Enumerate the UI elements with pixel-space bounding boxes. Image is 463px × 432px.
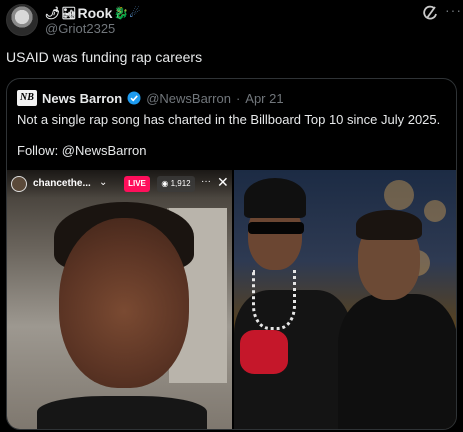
shirt-shape [37,396,207,429]
quote-author-handle[interactable]: @NewsBarron [146,91,231,106]
pepper-emoji: 🌶 [45,6,61,20]
livestream-screenshot-image[interactable]: chancethe... ⌄ LIVE ◉ 1,912 ··· ✕ [7,170,232,429]
tweet-text: USAID was funding rap careers [6,49,203,65]
author-name-row[interactable]: 🌶 🏜 Rook 🐉 ☄ [45,4,140,22]
jacket-logo [240,330,288,374]
quote-media[interactable]: chancethe... ⌄ LIVE ◉ 1,912 ··· ✕ [7,170,456,429]
desert-emoji: 🏜 [61,6,77,20]
quoted-tweet[interactable]: NB News Barron @NewsBarron · Apr 21 Not … [6,78,457,430]
dragon-emoji: 🐉 [113,6,129,20]
quote-text: Not a single rap song has charted in the… [17,112,441,127]
verified-badge-icon [127,91,141,105]
person-right-body [338,294,456,429]
quote-author-name[interactable]: News Barron [42,91,122,106]
grok-icon[interactable] [421,4,439,22]
sunglasses-shape [248,222,304,234]
person-right-hair [356,210,422,240]
display-name[interactable]: Rook [77,5,112,21]
light-bokeh [424,200,446,222]
streamer-username: chancethe... [33,178,91,189]
comet-emoji: ☄ [129,6,141,20]
live-more-icon: ··· [201,176,211,187]
live-badge: LIVE [124,176,150,192]
viewer-count-value: 1,912 [170,179,191,188]
tweet: 🌶 🏜 Rook 🐉 ☄ @Griot2325 ··· USAID was fu… [0,0,463,432]
chain-shape [252,270,296,330]
eye-icon: ◉ [161,179,169,188]
meta-separator: · [235,90,241,106]
quote-header: NB News Barron @NewsBarron · Apr 21 [17,89,284,107]
author-handle[interactable]: @Griot2325 [45,21,115,36]
quote-avatar[interactable]: NB [17,90,37,106]
chevron-down-icon: ⌄ [99,177,108,188]
close-icon: ✕ [217,174,229,190]
avatar[interactable] [6,4,38,36]
club-photo-image[interactable] [234,170,456,429]
light-bokeh [384,180,414,210]
quote-follow-text: Follow: @NewsBarron [17,143,147,158]
face-shape [59,218,189,388]
streamer-avatar [11,176,27,192]
cap-shape [244,178,306,218]
viewer-count: ◉ 1,912 [157,176,195,192]
quote-date[interactable]: Apr 21 [245,91,283,106]
more-icon[interactable]: ··· [445,3,461,20]
